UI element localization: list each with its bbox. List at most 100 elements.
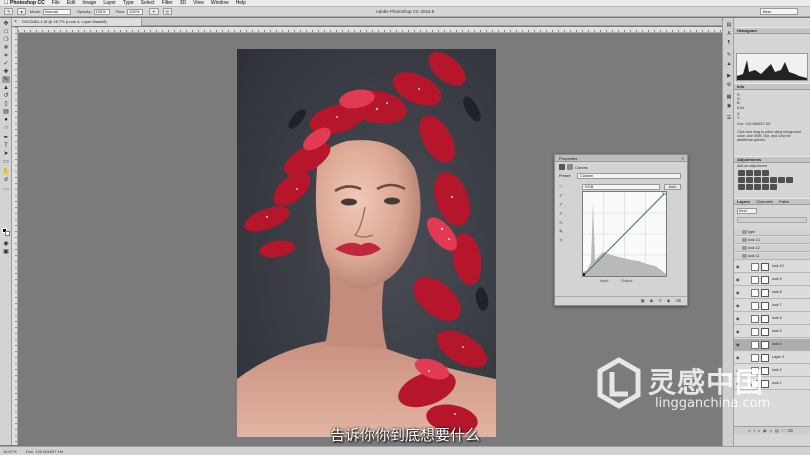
color-lookup-icon[interactable] <box>786 177 793 183</box>
histogram-panel-header[interactable]: Histogram <box>734 27 810 34</box>
layer-blend-row[interactable] <box>737 217 807 223</box>
screen-mode-icon[interactable]: ▣ <box>2 248 10 255</box>
visibility-eye-icon[interactable]: ◉ <box>736 355 740 360</box>
channels-tab[interactable]: Channels <box>756 199 773 204</box>
layer-row[interactable]: ◉ look 7 <box>734 300 810 312</box>
visibility-eye-icon[interactable]: ◉ <box>736 290 740 295</box>
horizontal-ruler[interactable] <box>18 27 722 33</box>
close-tab-icon[interactable]: × <box>14 18 17 26</box>
layer-mask-thumbnail[interactable] <box>761 341 769 349</box>
zoom-tool-icon[interactable]: ☌ <box>2 176 10 183</box>
type-tool-icon[interactable]: T <box>2 142 10 149</box>
menu-select[interactable]: Select <box>141 0 155 6</box>
styles-panel-icon[interactable]: ◉ <box>725 103 733 110</box>
reset-icon[interactable]: ↺ <box>658 298 663 303</box>
info-panel-header[interactable]: Info <box>734 83 810 90</box>
marquee-tool-icon[interactable]: □ <box>2 28 10 35</box>
path-select-tool-icon[interactable]: ➤ <box>2 150 10 157</box>
layer-row-selected[interactable]: ◉ look 4 <box>734 339 810 351</box>
lasso-tool-icon[interactable]: ❍ <box>2 36 10 43</box>
black-point-eyedropper-icon[interactable]: ✓ <box>558 193 564 199</box>
clip-to-layer-icon[interactable]: ▩ <box>641 298 647 303</box>
flow-field[interactable]: 100% <box>127 8 144 15</box>
vertical-ruler[interactable] <box>12 27 18 445</box>
blur-tool-icon[interactable]: ● <box>2 116 10 123</box>
gradient-tool-icon[interactable]: ▤ <box>2 108 10 115</box>
menu-help[interactable]: Help <box>236 0 246 6</box>
brush-panel-icon[interactable]: ✎ <box>725 52 733 59</box>
brush-size-button[interactable]: ● <box>17 8 26 15</box>
stamp-tool-icon[interactable]: ▲ <box>2 84 10 91</box>
layers-tab[interactable]: Layers <box>737 199 750 204</box>
layer-row[interactable]: ◉ look 9 <box>734 274 810 286</box>
layer-mask-thumbnail[interactable] <box>761 315 769 323</box>
histogram-tab[interactable]: Histogram <box>737 28 757 33</box>
vibrance-icon[interactable] <box>738 177 745 183</box>
visibility-icon[interactable]: ◉ <box>667 298 673 303</box>
color-balance-icon[interactable] <box>754 177 761 183</box>
info-tab[interactable]: Info <box>737 84 744 89</box>
layer-row[interactable]: ◉ look 5 <box>734 326 810 338</box>
delete-icon[interactable]: ⌫ <box>675 298 683 303</box>
curves-graph[interactable] <box>582 190 667 277</box>
zoom-level[interactable]: 16.67% <box>3 449 17 454</box>
properties-panel-icon[interactable]: ⚙ <box>725 82 733 89</box>
layer-group-row[interactable]: look 12 <box>734 245 810 252</box>
menu-app[interactable]: Photoshop CC <box>10 0 45 6</box>
layer-group-row[interactable]: type <box>734 229 810 236</box>
background-color-swatch[interactable] <box>5 231 10 236</box>
layer-group-row[interactable]: look 11 <box>734 253 810 260</box>
pressure-button[interactable]: ◎ <box>162 8 172 15</box>
visibility-eye-icon[interactable]: ◉ <box>736 303 740 308</box>
document-tab[interactable]: × DSC5461-1.tif @ 16.7% (Look 4, Layer M… <box>12 18 142 26</box>
paths-tab[interactable]: Paths <box>779 199 789 204</box>
layer-group-row[interactable]: look 13 <box>734 237 810 244</box>
layer-mask-thumbnail[interactable] <box>761 289 769 297</box>
gray-point-eyedropper-icon[interactable]: ✓ <box>558 202 564 208</box>
layer-row[interactable]: ◉ look 10 <box>734 261 810 273</box>
libraries-panel-icon[interactable]: ☰ <box>725 115 733 122</box>
visibility-eye-icon[interactable]: ◉ <box>736 264 740 269</box>
swatches-panel-icon[interactable]: ▦ <box>725 94 733 101</box>
adjustments-tab[interactable]: Adjustments <box>737 157 761 162</box>
curves-adj-icon[interactable] <box>754 170 761 176</box>
document-image[interactable] <box>237 49 496 437</box>
layer-filter-select[interactable]: Kind <box>737 208 757 214</box>
menu-filter[interactable]: Filter <box>162 0 173 6</box>
selective-color-icon[interactable] <box>770 184 777 190</box>
adjustments-panel-header[interactable]: Adjustments <box>734 156 810 163</box>
black-white-icon[interactable] <box>762 177 769 183</box>
pen-tool-icon[interactable]: ✒ <box>2 134 10 141</box>
eyedropper-tool-icon[interactable]: ✓ <box>2 60 10 67</box>
menu-view[interactable]: View <box>193 0 204 6</box>
hue-saturation-icon[interactable] <box>746 177 753 183</box>
airbrush-button[interactable]: ✴ <box>149 8 159 15</box>
exposure-icon[interactable] <box>762 170 769 176</box>
history-panel-icon[interactable]: ▤ <box>725 22 733 29</box>
brush-preset-button[interactable]: ✎ <box>4 8 14 15</box>
photo-filter-icon[interactable] <box>770 177 777 183</box>
doc-size[interactable]: Doc: 120.0M/637.1M <box>26 449 63 454</box>
character-panel-icon[interactable]: A <box>725 31 733 38</box>
channel-mixer-icon[interactable] <box>778 177 785 183</box>
hand-tool-icon[interactable]: ✋ <box>2 168 10 175</box>
mask-icon[interactable] <box>567 164 573 170</box>
posterize-icon[interactable] <box>746 184 753 190</box>
mode-select[interactable]: Normal <box>42 8 71 15</box>
layer-row[interactable]: ◉ look 8 <box>734 287 810 299</box>
visibility-eye-icon[interactable]: ◉ <box>736 329 740 334</box>
curve-points-icon[interactable]: ∿ <box>558 220 564 226</box>
brightness-contrast-icon[interactable] <box>738 170 745 176</box>
gradient-map-icon[interactable] <box>762 184 769 190</box>
levels-icon[interactable] <box>746 170 753 176</box>
more-tools-icon[interactable]: ⋯ <box>2 186 10 193</box>
opacity-field[interactable]: 100% <box>93 8 110 15</box>
pencil-icon[interactable]: ✎ <box>558 229 564 235</box>
paragraph-panel-icon[interactable]: ¶ <box>725 40 733 47</box>
brush-tool-icon[interactable]: ✎ <box>2 76 10 83</box>
layer-mask-thumbnail[interactable] <box>761 302 769 310</box>
menu-window[interactable]: Window <box>211 0 229 6</box>
menu-layer[interactable]: Layer <box>103 0 116 6</box>
visibility-eye-icon[interactable]: ◉ <box>736 316 740 321</box>
quick-select-tool-icon[interactable]: ✵ <box>2 44 10 51</box>
